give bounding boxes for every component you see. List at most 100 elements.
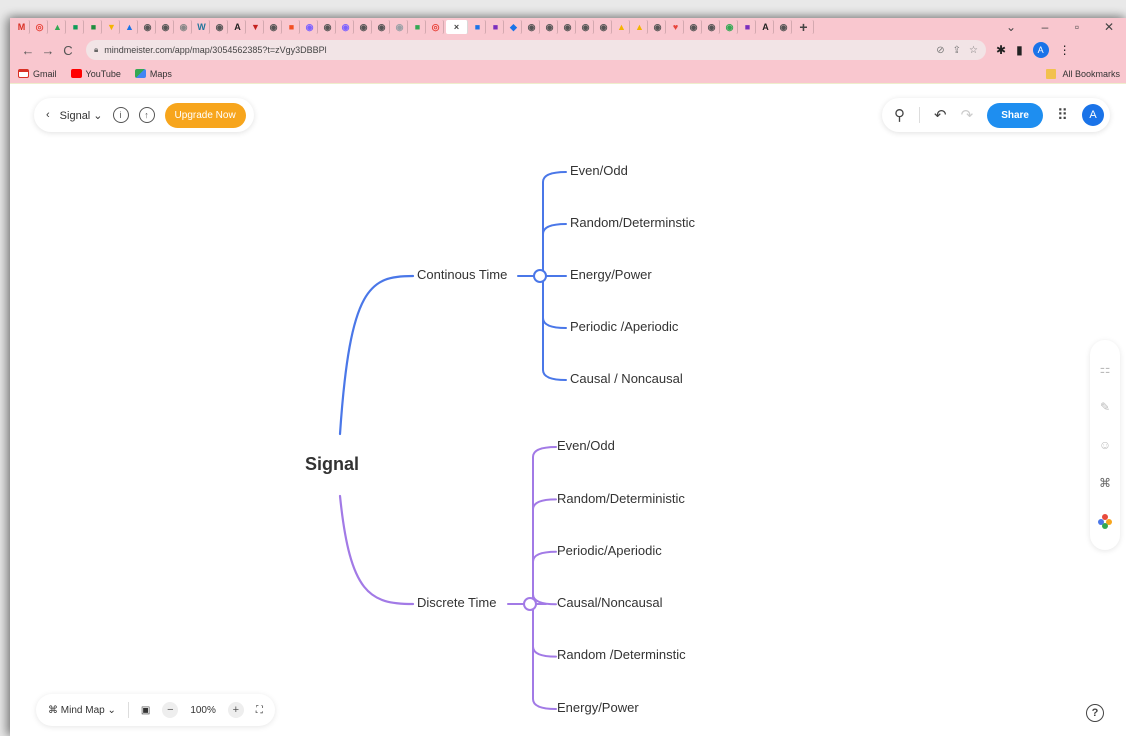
branch-collapse-toggle[interactable]: [523, 597, 537, 611]
browser-tab[interactable]: ◉: [596, 20, 612, 34]
profile-avatar-icon[interactable]: A: [1032, 42, 1049, 58]
browser-tab[interactable]: ◉: [140, 20, 156, 34]
browser-tab[interactable]: ◉: [542, 20, 558, 34]
help-icon[interactable]: ?: [1086, 704, 1104, 722]
mind-map-structure-icon[interactable]: ⌘: [1099, 476, 1111, 490]
back-arrow-icon[interactable]: ←: [18, 43, 38, 58]
browser-tab[interactable]: ◉: [374, 20, 390, 34]
new-tab-plus-icon[interactable]: +: [794, 19, 814, 35]
browser-tab[interactable]: ◉: [704, 20, 720, 34]
browser-tab[interactable]: ▲: [122, 20, 138, 34]
all-bookmarks-button[interactable]: All Bookmarks: [1046, 68, 1120, 79]
browser-tab[interactable]: ■: [410, 20, 426, 34]
browser-menu-kebab-icon[interactable]: ⋮: [1059, 43, 1071, 57]
browser-tab[interactable]: ■: [740, 20, 756, 34]
color-palette-icon[interactable]: [1098, 514, 1112, 529]
browser-tab[interactable]: ◉: [650, 20, 666, 34]
presentation-icon[interactable]: ▣: [141, 705, 150, 716]
back-chevron-icon[interactable]: ‹: [46, 109, 50, 121]
browser-tab[interactable]: ▼: [104, 20, 120, 34]
browser-tab[interactable]: ◉: [302, 20, 318, 34]
user-avatar[interactable]: A: [1082, 104, 1104, 126]
browser-tab[interactable]: ◉: [176, 20, 192, 34]
root-node[interactable]: Signal: [305, 454, 359, 475]
reload-icon[interactable]: C: [58, 43, 78, 58]
browser-tab[interactable]: M: [14, 20, 30, 34]
browser-tab[interactable]: ▲: [632, 20, 648, 34]
child-node[interactable]: Even/Odd: [570, 163, 628, 178]
browser-tab[interactable]: ◉: [578, 20, 594, 34]
browser-tab[interactable]: ■: [470, 20, 486, 34]
browser-tab[interactable]: ◉: [212, 20, 228, 34]
browser-tab[interactable]: ◉: [356, 20, 372, 34]
browser-tab[interactable]: ◆: [506, 20, 522, 34]
browser-tab[interactable]: ■: [284, 20, 300, 34]
browser-tab[interactable]: ◉: [392, 20, 408, 34]
child-node[interactable]: Random/Deterministic: [557, 491, 685, 506]
tab-search-chevron-icon[interactable]: ⌄: [996, 18, 1026, 36]
apps-grid-icon[interactable]: ⠿: [1057, 106, 1068, 124]
child-node[interactable]: Causal/Noncausal: [557, 595, 663, 610]
browser-tab[interactable]: A: [230, 20, 246, 34]
style-paint-icon[interactable]: ✎: [1100, 400, 1110, 414]
bookmark-maps[interactable]: Maps: [134, 69, 172, 79]
child-node[interactable]: Random /Determinstic: [557, 647, 686, 662]
side-panel-icon[interactable]: ▮: [1016, 43, 1023, 57]
browser-tab[interactable]: ■: [488, 20, 504, 34]
browser-tab[interactable]: ▲: [50, 20, 66, 34]
browser-tab[interactable]: ◉: [158, 20, 174, 34]
bookmark-youtube[interactable]: YouTube: [70, 69, 121, 79]
lock-icon[interactable]: 🔒︎: [94, 45, 98, 55]
browser-tab[interactable]: ◉: [320, 20, 336, 34]
share-page-icon[interactable]: ⇪: [953, 45, 961, 56]
search-icon[interactable]: ⚲: [894, 106, 905, 124]
close-window-icon[interactable]: ✕: [1094, 18, 1124, 36]
extensions-puzzle-icon[interactable]: ✱: [996, 43, 1006, 57]
undo-icon[interactable]: ↶: [934, 106, 947, 124]
info-icon[interactable]: i: [112, 107, 129, 123]
browser-tab[interactable]: A: [758, 20, 774, 34]
forward-arrow-icon[interactable]: →: [38, 43, 58, 58]
upgrade-now-button[interactable]: Upgrade Now: [164, 102, 246, 128]
child-node[interactable]: Periodic /Aperiodic: [570, 319, 678, 334]
browser-tab[interactable]: ■: [86, 20, 102, 34]
google-lens-icon[interactable]: ⊘: [936, 45, 944, 56]
map-title-dropdown[interactable]: Signal ⌄: [60, 109, 103, 122]
child-node[interactable]: Energy/Power: [557, 700, 639, 715]
layout-icon[interactable]: ⚏: [1100, 362, 1111, 376]
browser-tab[interactable]: ◎: [32, 20, 48, 34]
branch-node-discrete-time[interactable]: Discrete Time: [417, 595, 496, 610]
browser-tab[interactable]: ◉: [776, 20, 792, 34]
minimize-icon[interactable]: –: [1030, 18, 1060, 36]
url-input[interactable]: 🔒︎ mindmeister.com/app/map/3054562385?t=…: [86, 40, 986, 60]
child-node[interactable]: Even/Odd: [557, 438, 615, 453]
cloud-sync-icon[interactable]: ↑: [138, 107, 155, 123]
share-button[interactable]: Share: [987, 102, 1043, 128]
browser-tab[interactable]: ◉: [338, 20, 354, 34]
browser-tab[interactable]: ◎: [428, 20, 444, 34]
child-node[interactable]: Causal / Noncausal: [570, 371, 683, 386]
branch-node-continuous-time[interactable]: Continous Time: [417, 267, 507, 282]
browser-tab-active-close-icon[interactable]: ×: [446, 20, 468, 34]
browser-tab[interactable]: ■: [68, 20, 84, 34]
zoom-in-button[interactable]: +: [227, 702, 244, 718]
bookmark-gmail[interactable]: Gmail: [18, 69, 57, 79]
browser-tab[interactable]: W: [194, 20, 210, 34]
fit-to-screen-icon[interactable]: ⛶: [256, 705, 263, 716]
branch-collapse-toggle[interactable]: [533, 269, 547, 283]
child-node[interactable]: Energy/Power: [570, 267, 652, 282]
view-mode-dropdown[interactable]: ⌘ Mind Map ⌄: [48, 705, 116, 716]
zoom-out-button[interactable]: −: [162, 702, 179, 718]
browser-tab[interactable]: ▼: [248, 20, 264, 34]
browser-tab[interactable]: ◉: [722, 20, 738, 34]
browser-tab[interactable]: ▲: [614, 20, 630, 34]
browser-tab[interactable]: ◉: [560, 20, 576, 34]
browser-tab[interactable]: ◉: [524, 20, 540, 34]
emoji-icon[interactable]: ☺: [1099, 438, 1111, 452]
browser-tab[interactable]: ♥: [668, 20, 684, 34]
browser-tab[interactable]: ◉: [266, 20, 282, 34]
restore-icon[interactable]: ▫: [1062, 18, 1092, 36]
bookmark-star-icon[interactable]: ☆: [969, 45, 978, 56]
child-node[interactable]: Periodic/Aperiodic: [557, 543, 662, 558]
redo-icon[interactable]: ↷: [961, 106, 974, 124]
